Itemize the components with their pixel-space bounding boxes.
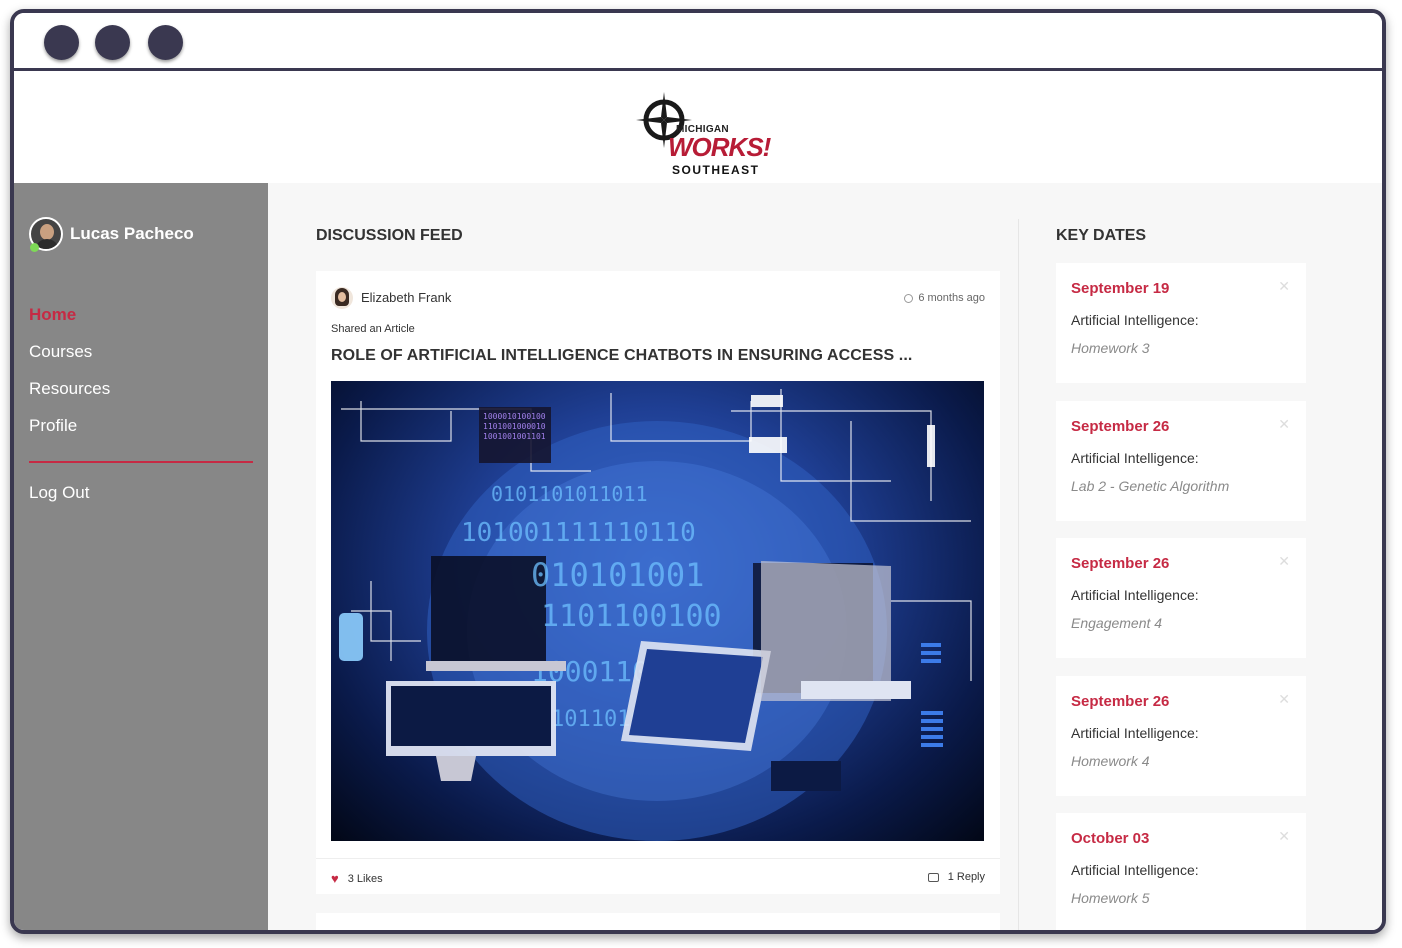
likes-button[interactable]: ♥ 3 Likes xyxy=(331,871,383,886)
post-header: Elizabeth Frank 6 months ago xyxy=(331,287,985,311)
user-profile[interactable]: Lucas Pacheco xyxy=(29,217,194,251)
window-dot-maximize[interactable] xyxy=(148,25,183,60)
clock-icon xyxy=(904,293,914,303)
post-title[interactable]: ROLE OF ARTIFICIAL INTELLIGENCE CHATBOTS… xyxy=(331,347,912,365)
post-time: 6 months ago xyxy=(904,292,985,304)
brand-logo[interactable]: MICHIGAN WORKS! SOUTHEAST xyxy=(636,90,771,177)
key-date-course: Artificial Intelligence: xyxy=(1071,312,1199,328)
sidebar-item-profile[interactable]: Profile xyxy=(29,416,253,453)
svg-text:1000010100100: 1000010100100 xyxy=(483,412,546,421)
key-date-course: Artificial Intelligence: xyxy=(1071,862,1199,878)
sidebar-item-home[interactable]: Home xyxy=(29,305,253,342)
post-footer: ♥ 3 Likes 1 Reply xyxy=(316,858,1000,894)
svg-text:1101100100: 1101100100 xyxy=(541,599,722,634)
heart-icon: ♥ xyxy=(331,871,339,886)
key-date-date: September 26 xyxy=(1071,555,1170,572)
key-date-item[interactable]: Homework 4 xyxy=(1071,753,1150,769)
svg-text:1001001001101: 1001001001101 xyxy=(483,432,546,441)
column-divider xyxy=(1018,219,1019,930)
sidebar: Lucas Pacheco Home Courses Resources Pro… xyxy=(14,183,268,930)
key-date-card[interactable]: September 26 Artificial Intelligence: En… xyxy=(1056,538,1306,658)
user-name: Lucas Pacheco xyxy=(70,224,194,243)
key-date-course: Artificial Intelligence: xyxy=(1071,449,1199,466)
article-image-illustration: 0101101011011 101001111110110 010101001 … xyxy=(339,389,972,841)
post-action: Shared an Article xyxy=(331,323,415,335)
sidebar-item-courses[interactable]: Courses xyxy=(29,342,253,379)
key-date-card[interactable]: October 03 Artificial Intelligence: Home… xyxy=(1056,813,1306,930)
key-date-date: October 03 xyxy=(1071,830,1150,847)
close-icon[interactable]: ✕ xyxy=(1278,691,1290,708)
window-dot-close[interactable] xyxy=(44,25,79,60)
author-avatar[interactable] xyxy=(331,287,353,309)
close-icon[interactable]: ✕ xyxy=(1278,416,1290,433)
article-image[interactable]: 0101101011011 101001111110110 010101001 … xyxy=(331,381,984,841)
site-header: MICHIGAN WORKS! SOUTHEAST xyxy=(14,74,1382,183)
browser-frame: MICHIGAN WORKS! SOUTHEAST Lucas Pacheco … xyxy=(10,9,1386,934)
comment-icon xyxy=(927,872,939,882)
window-dot-minimize[interactable] xyxy=(95,25,130,60)
key-date-item[interactable]: Homework 5 xyxy=(1071,890,1150,906)
sidebar-nav: Home Courses Resources Profile Log Out xyxy=(29,305,253,520)
key-date-card[interactable]: September 26 Artificial Intelligence: Ho… xyxy=(1056,675,1306,796)
close-icon[interactable]: ✕ xyxy=(1278,828,1290,845)
likes-count: 3 Likes xyxy=(347,872,383,885)
discussion-feed-title: DISCUSSION FEED xyxy=(316,227,463,244)
feed-post-card[interactable]: Elizabeth Frank 6 months ago Shared an A… xyxy=(316,271,1000,894)
main-content: DISCUSSION FEED Elizabeth Frank 6 months… xyxy=(268,183,1382,930)
key-date-item[interactable]: Engagement 4 xyxy=(1071,615,1162,631)
post-author[interactable]: Elizabeth Frank xyxy=(361,290,451,305)
online-status-icon xyxy=(30,243,39,252)
key-date-date: September 26 xyxy=(1071,692,1170,710)
svg-text:010101001: 010101001 xyxy=(531,556,704,594)
key-date-card[interactable]: September 26 Artificial Intelligence: La… xyxy=(1056,400,1306,521)
key-date-card[interactable]: September 19 Artificial Intelligence: Ho… xyxy=(1056,263,1306,383)
brand-line-works: WORKS! xyxy=(668,132,771,162)
reply-count: 1 Reply xyxy=(947,871,985,883)
close-icon[interactable]: ✕ xyxy=(1278,278,1290,295)
window-chrome xyxy=(14,13,1382,71)
logout-link[interactable]: Log Out xyxy=(29,483,253,520)
svg-text:1101001000010: 1101001000010 xyxy=(483,422,546,431)
key-date-course: Artificial Intelligence: xyxy=(1071,724,1199,741)
key-date-course: Artificial Intelligence: xyxy=(1071,587,1199,603)
brand-line-southeast: SOUTHEAST xyxy=(672,163,760,177)
post-time-text: 6 months ago xyxy=(918,292,985,304)
nav-divider xyxy=(29,461,253,463)
key-dates-list: September 19 Artificial Intelligence: Ho… xyxy=(1056,263,1306,930)
key-date-item[interactable]: Homework 3 xyxy=(1071,340,1150,356)
reply-button[interactable]: 1 Reply xyxy=(927,871,985,883)
sidebar-item-resources[interactable]: Resources xyxy=(29,379,253,416)
close-icon[interactable]: ✕ xyxy=(1278,553,1290,570)
feed-post-card[interactable] xyxy=(316,913,1000,930)
key-date-item[interactable]: Lab 2 - Genetic Algorithm xyxy=(1071,478,1229,494)
svg-text:101001111110110: 101001111110110 xyxy=(461,518,696,548)
key-dates-title: KEY DATES xyxy=(1056,227,1147,244)
key-date-date: September 26 xyxy=(1071,417,1170,435)
key-date-date: September 19 xyxy=(1071,280,1170,297)
svg-text:0101101011011: 0101101011011 xyxy=(491,482,648,506)
